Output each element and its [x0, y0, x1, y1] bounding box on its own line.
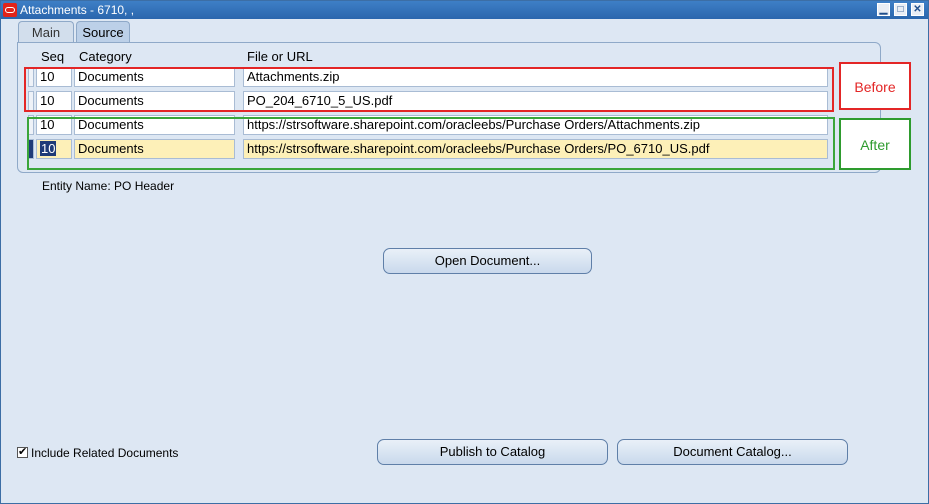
- entity-name-value: PO Header: [114, 179, 175, 193]
- include-related-checkbox[interactable]: ✔: [17, 447, 28, 458]
- open-document-button[interactable]: Open Document...: [383, 248, 592, 274]
- oracle-logo-icon: [3, 3, 17, 17]
- before-highlight-box: [24, 67, 834, 112]
- column-header-category: Category: [79, 49, 132, 64]
- title-bar: Attachments - 6710, , ▁ □ ✕: [1, 1, 928, 19]
- after-highlight-box: [27, 117, 835, 170]
- before-callout: Before: [839, 62, 911, 110]
- tab-source[interactable]: Source: [76, 21, 130, 42]
- minimize-icon[interactable]: ▁: [877, 3, 890, 16]
- window-title: Attachments - 6710, ,: [20, 3, 135, 17]
- maximize-icon[interactable]: □: [894, 3, 907, 16]
- column-header-seq: Seq: [41, 49, 65, 64]
- publish-to-catalog-button[interactable]: Publish to Catalog: [377, 439, 608, 465]
- entity-name-label: Entity Name:: [42, 179, 111, 193]
- column-header-file: File or URL: [247, 49, 313, 64]
- include-related-label: Include Related Documents: [31, 446, 179, 460]
- after-callout: After: [839, 118, 911, 170]
- attachments-window: Attachments - 6710, , ▁ □ ✕ Main Source …: [0, 0, 929, 504]
- close-icon[interactable]: ✕: [911, 3, 924, 16]
- document-catalog-button[interactable]: Document Catalog...: [617, 439, 848, 465]
- entity-name: Entity Name: PO Header: [42, 179, 174, 193]
- tab-main[interactable]: Main: [18, 21, 74, 42]
